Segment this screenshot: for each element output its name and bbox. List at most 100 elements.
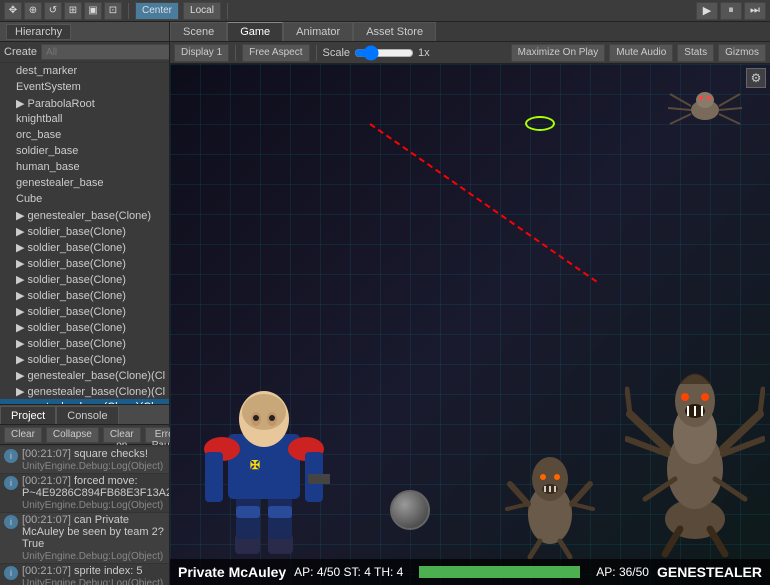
maximize-btn[interactable]: Maximize On Play <box>511 44 606 62</box>
scale-value: 1x <box>418 47 430 59</box>
log-icon: i <box>4 566 18 580</box>
hierarchy-item[interactable]: ▶ soldier_base(Clone) <box>0 223 169 239</box>
hierarchy-item[interactable]: dest_marker <box>0 63 169 79</box>
log-timestamp: [00:21:07] <box>22 448 74 460</box>
hierarchy-item[interactable]: ▶ genestealer_base(Clone)(Cl <box>0 367 169 383</box>
main-layout: Hierarchy Create dest_markerEventSystem▶… <box>0 22 770 585</box>
console-clear-on-play-btn[interactable]: Clear on Play <box>103 427 141 443</box>
hierarchy-item[interactable]: ▶ soldier_base(Clone) <box>0 303 169 319</box>
gizmos-btn[interactable]: Gizmos <box>718 44 766 62</box>
joystick-ball[interactable] <box>390 490 430 530</box>
console-clear-btn[interactable]: Clear <box>4 427 42 443</box>
log-entry[interactable]: i [00:21:07] can Private McAuley be seen… <box>0 513 169 564</box>
hierarchy-item[interactable]: genestealer_base <box>0 175 169 191</box>
log-timestamp: [00:21:07] <box>22 565 74 577</box>
spider-enemy <box>665 72 745 145</box>
tab-console[interactable]: Console <box>56 406 118 424</box>
game-sep2 <box>316 45 317 61</box>
transform-tool[interactable]: ⊡ <box>104 2 122 20</box>
play-button[interactable]: ▶ <box>696 2 718 20</box>
game-info-bar: Private McAuley AP: 4/50 ST: 4 TH: 4 AP:… <box>170 559 770 585</box>
hierarchy-item[interactable]: EventSystem <box>0 79 169 95</box>
hierarchy-item[interactable]: knightball <box>0 111 169 127</box>
hierarchy-item[interactable]: orc_base <box>0 127 169 143</box>
hierarchy-tab[interactable]: Hierarchy <box>6 24 71 40</box>
console-log[interactable]: i [00:21:07] square checks! UnityEngine.… <box>0 445 169 585</box>
project-section: Project Console Clear Collapse Clear on … <box>0 405 169 585</box>
hand-tool[interactable]: ✥ <box>4 2 22 20</box>
marine-character: ✠ <box>200 364 330 559</box>
genestealer-stats: AP: 36/50 <box>596 565 649 579</box>
display-btn[interactable]: Display 1 <box>174 44 229 62</box>
health-bar <box>419 566 580 578</box>
tab-asset-store[interactable]: Asset Store <box>353 22 436 41</box>
bottom-tabs-row: Project Console <box>0 405 169 425</box>
top-toolbar: ✥ ⊕ ↺ ⊞ ▣ ⊡ Center Local ▶ ⏸ ⏭ <box>0 0 770 22</box>
hierarchy-header: Hierarchy <box>0 22 169 42</box>
rect-tool[interactable]: ▣ <box>84 2 102 20</box>
hierarchy-item[interactable]: ▶ soldier_base(Clone) <box>0 255 169 271</box>
mute-btn[interactable]: Mute Audio <box>609 44 673 62</box>
hierarchy-list[interactable]: dest_markerEventSystem▶ ParabolaRootknig… <box>0 63 169 404</box>
health-bar-fill <box>419 566 580 578</box>
game-toolbar-right: Maximize On Play Mute Audio Stats Gizmos <box>511 44 766 62</box>
log-entry[interactable]: i [00:21:07] square checks! UnityEngine.… <box>0 447 169 474</box>
hierarchy-search[interactable] <box>41 44 169 60</box>
hierarchy-item[interactable]: ▶ soldier_base(Clone) <box>0 319 169 335</box>
log-sub: UnityEngine.Debug:Log(Object) <box>22 500 163 511</box>
tab-scene[interactable]: Scene <box>170 22 227 41</box>
hierarchy-create-bar: Create <box>0 42 169 63</box>
hierarchy-item[interactable]: ▶ soldier_base(Clone) <box>0 271 169 287</box>
hierarchy-item[interactable]: soldier_base <box>0 143 169 159</box>
log-message: sprite index: 5 <box>74 565 142 577</box>
tab-animator[interactable]: Animator <box>283 22 353 41</box>
log-text: [00:21:07] forced move: P~4E9286C894FB68… <box>22 475 169 511</box>
marine-name-label: Private McAuley <box>178 564 286 580</box>
svg-text:✠: ✠ <box>250 458 260 472</box>
pause-button[interactable]: ⏸ <box>720 2 742 20</box>
hierarchy-item[interactable]: ▶ soldier_base(Clone) <box>0 287 169 303</box>
genestealer-big <box>625 359 765 559</box>
log-icon: i <box>4 449 18 463</box>
sep1 <box>128 3 129 19</box>
hierarchy-item[interactable]: ▶ genestealer_base(Clone)(Cl <box>0 383 169 399</box>
pivot-btn[interactable]: Center <box>135 2 179 20</box>
rotate-tool[interactable]: ↺ <box>44 2 62 20</box>
move-tool[interactable]: ⊕ <box>24 2 42 20</box>
log-text: [00:21:07] sprite index: 5 UnityEngine.D… <box>22 565 165 585</box>
play-controls: ▶ ⏸ ⏭ <box>696 2 766 20</box>
stats-btn[interactable]: Stats <box>677 44 714 62</box>
game-settings-icon[interactable]: ⚙ <box>746 68 766 88</box>
genestealer-mid <box>505 429 595 559</box>
aspect-btn[interactable]: Free Aspect <box>242 44 309 62</box>
hierarchy-item[interactable]: ▶ ParabolaRoot <box>0 95 169 111</box>
log-timestamp: [00:21:07] <box>22 475 74 487</box>
step-button[interactable]: ⏭ <box>744 2 766 20</box>
log-text: [00:21:07] can Private McAuley be seen b… <box>22 514 165 562</box>
log-entry[interactable]: i [00:21:07] forced move: P~4E9286C894FB… <box>0 474 169 513</box>
scale-slider[interactable] <box>354 45 414 61</box>
character-selector <box>525 116 555 131</box>
log-entry[interactable]: i [00:21:07] sprite index: 5 UnityEngine… <box>0 564 169 585</box>
hierarchy-item[interactable]: ▶ soldier_base(Clone) <box>0 335 169 351</box>
tab-project[interactable]: Project <box>0 406 56 424</box>
hierarchy-item[interactable]: Cube <box>0 191 169 207</box>
console-collapse-btn[interactable]: Collapse <box>46 427 99 443</box>
create-button[interactable]: Create <box>4 46 37 58</box>
space-btn[interactable]: Local <box>183 2 221 20</box>
scale-tool[interactable]: ⊞ <box>64 2 82 20</box>
hierarchy-item[interactable]: ▶ genestealer_base(Clone) <box>0 207 169 223</box>
game-sep1 <box>235 45 236 61</box>
console-toolbar: Clear Collapse Clear on Play Error Pause… <box>0 425 169 445</box>
hierarchy-item[interactable]: ▶ soldier_base(Clone) <box>0 351 169 367</box>
genestealer-name-label: GENESTEALER <box>657 564 762 580</box>
log-sub: UnityEngine.Debug:Log(Object) <box>22 461 163 472</box>
tab-game[interactable]: Game <box>227 22 283 41</box>
left-split: Hierarchy Create dest_markerEventSystem▶… <box>0 22 170 585</box>
log-sub: UnityEngine.Debug:Log(Object) <box>22 551 163 562</box>
hierarchy-item[interactable]: ▶ soldier_base(Clone) <box>0 239 169 255</box>
game-view: ⚙ <box>170 64 770 585</box>
hierarchy-item[interactable]: human_base <box>0 159 169 175</box>
hierarchy-item[interactable]: genestealer_base(Clone)(Cl <box>0 399 169 404</box>
log-icon: i <box>4 515 18 529</box>
